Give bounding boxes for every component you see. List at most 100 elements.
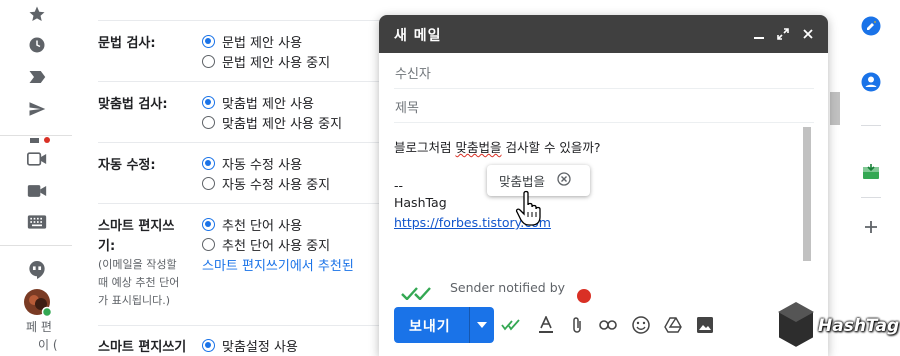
settings-divider xyxy=(98,81,418,82)
radio-selected-icon[interactable] xyxy=(202,157,215,170)
hashtag-logo-icon xyxy=(777,300,815,350)
sender-notified-note: Sender notified by xyxy=(450,280,566,295)
page-scrollbar-thumb[interactable] xyxy=(830,92,840,125)
smart-compose-setting: 스마트 편지쓰 기: (이메일을 작성할 때 예상 추천 단어 가 표시됩니다.… xyxy=(98,213,388,323)
radio-unselected-icon[interactable] xyxy=(202,238,215,251)
smart-compose-on-label: 추천 단어 사용 xyxy=(222,219,303,234)
grammar-label: 문법 검사: xyxy=(98,36,156,51)
smart-compose-label: 스마트 편지쓰 xyxy=(98,219,175,234)
signature-dash: -- xyxy=(394,178,404,193)
link-icon[interactable] xyxy=(598,315,618,335)
smart-compose-personal-setting: 스마트 편지쓰기 맞춤설정 사용 xyxy=(98,334,388,356)
spelling-off-label: 맞춤법 제안 사용 중지 xyxy=(222,117,343,132)
grammar-setting: 문법 검사: 문법 제안 사용 문법 제안 사용 중지 xyxy=(98,30,388,80)
radio-selected-icon[interactable] xyxy=(202,35,215,48)
smart-compose-note: 때 예상 추천 단어 xyxy=(98,276,180,289)
tasks-icon[interactable] xyxy=(860,15,882,37)
more-labels-fragment xyxy=(30,128,50,143)
rail-fragment-text: 이 ( xyxy=(38,338,58,352)
spelling-setting: 맞춤법 검사: 맞춤법 제안 사용 맞춤법 제안 사용 중지 xyxy=(98,91,388,141)
radio-selected-icon[interactable] xyxy=(202,339,215,352)
spelling-label: 맞춤법 검사: xyxy=(98,97,168,112)
star-icon[interactable] xyxy=(26,3,48,25)
radio-selected-icon[interactable] xyxy=(202,218,215,231)
label-icon[interactable] xyxy=(26,66,48,88)
autocorrect-setting: 자동 수정: 자동 수정 사용 자동 수정 사용 중지 xyxy=(98,152,388,202)
send-label: 보내기 xyxy=(409,319,451,335)
send-options-chevron-icon[interactable] xyxy=(474,317,490,333)
radio-selected-icon[interactable] xyxy=(202,96,215,109)
emoji-icon[interactable] xyxy=(631,315,651,335)
misspelled-word[interactable]: 맞춤법을 xyxy=(455,140,501,155)
spelling-on-option[interactable]: 맞춤법 제안 사용 xyxy=(202,93,314,112)
grammar-on-label: 문법 제안 사용 xyxy=(222,36,303,51)
smart-compose-personal-on-option[interactable]: 맞춤설정 사용 xyxy=(202,336,298,355)
settings-divider xyxy=(98,20,418,21)
body-scrollbar-thumb[interactable] xyxy=(803,127,811,261)
signature-name: HashTag xyxy=(394,195,447,210)
autocorrect-off-label: 자동 수정 사용 중지 xyxy=(222,178,331,193)
side-divider xyxy=(861,125,881,126)
send-divider xyxy=(469,307,470,343)
add-icon[interactable] xyxy=(860,216,882,238)
hand-cursor-icon xyxy=(515,190,545,226)
keyboard-icon[interactable] xyxy=(26,211,48,233)
photo-icon[interactable] xyxy=(695,315,715,335)
radio-unselected-icon[interactable] xyxy=(202,55,215,68)
subject-field[interactable]: 제목 xyxy=(394,89,814,123)
minimize-icon[interactable] xyxy=(751,26,767,42)
compose-header: 새 메일 xyxy=(379,15,828,53)
expand-icon[interactable] xyxy=(775,26,791,42)
compose-toolbar: 보내기 xyxy=(379,301,828,356)
hashtag-watermark: HashTag xyxy=(776,300,899,350)
attach-icon[interactable] xyxy=(567,315,587,335)
smart-compose-personal-label: 스마트 편지쓰기 xyxy=(98,340,187,355)
grammar-on-option[interactable]: 문법 제안 사용 xyxy=(202,32,302,51)
drive-icon[interactable] xyxy=(663,315,683,335)
smart-compose-off-label: 추천 단어 사용 중지 xyxy=(222,239,331,254)
smart-compose-personal-on-label: 맞춤설정 사용 xyxy=(222,340,298,355)
smart-compose-off-option[interactable]: 추천 단어 사용 중지 xyxy=(202,235,330,254)
smart-compose-label: 기: xyxy=(98,239,116,254)
video-icon[interactable] xyxy=(26,148,48,170)
radio-unselected-icon[interactable] xyxy=(202,116,215,129)
formatting-icon[interactable] xyxy=(536,315,556,335)
radio-unselected-icon[interactable] xyxy=(202,177,215,190)
grammar-off-option[interactable]: 문법 제안 사용 중지 xyxy=(202,52,330,71)
rail-fragment-text: 페 편 xyxy=(26,320,52,334)
clock-icon[interactable] xyxy=(26,34,48,56)
settings-panel: 문법 검사: 문법 제안 사용 문법 제안 사용 중지 맞춤법 검사: 맞춤법 … xyxy=(72,0,418,356)
to-field[interactable]: 수신자 xyxy=(394,55,814,89)
autocorrect-on-label: 자동 수정 사용 xyxy=(222,158,303,173)
left-rail: 페 편 이 ( xyxy=(0,0,72,356)
settings-divider xyxy=(98,325,418,326)
smart-compose-on-option[interactable]: 추천 단어 사용 xyxy=(202,215,302,234)
hangouts-icon[interactable] xyxy=(26,259,48,281)
camera-icon[interactable] xyxy=(26,180,48,202)
dismiss-icon[interactable] xyxy=(557,172,571,189)
avatar[interactable] xyxy=(24,289,53,318)
mailtrack-icon[interactable] xyxy=(501,315,521,335)
addon-icon[interactable] xyxy=(860,160,882,182)
autocorrect-label: 자동 수정: xyxy=(98,158,156,173)
compose-title: 새 메일 xyxy=(394,28,442,44)
message-body[interactable]: 블로그처럼 맞춤법을 검사할 수 있을까? -- HashTag https:/… xyxy=(394,127,799,287)
contacts-icon[interactable] xyxy=(860,71,882,93)
spelling-off-option[interactable]: 맞춤법 제안 사용 중지 xyxy=(202,113,342,132)
send-button[interactable]: 보내기 xyxy=(394,307,494,343)
smart-compose-note: 가 표시됩니다.) xyxy=(98,294,171,307)
send-icon[interactable] xyxy=(26,98,48,120)
checkmark-icon xyxy=(401,285,435,301)
warning-icon xyxy=(577,288,591,303)
spelling-suggestion[interactable]: 맞춤법을 xyxy=(499,171,545,190)
grammar-off-label: 문법 제안 사용 중지 xyxy=(222,56,331,71)
subject-label: 제목 xyxy=(395,101,419,116)
side-divider xyxy=(861,197,881,198)
compose-window: 새 메일 수신자 제목 블로그처럼 맞춤법을 검사할 수 있을까? -- Has… xyxy=(379,15,828,356)
settings-divider xyxy=(98,142,418,143)
smart-compose-feedback-link[interactable]: 스마트 편지쓰기에서 추천된 xyxy=(202,255,354,274)
autocorrect-on-option[interactable]: 자동 수정 사용 xyxy=(202,154,302,173)
close-icon[interactable] xyxy=(800,26,816,42)
body-text: 검사할 수 있을까? xyxy=(501,140,601,155)
autocorrect-off-option[interactable]: 자동 수정 사용 중지 xyxy=(202,174,330,193)
